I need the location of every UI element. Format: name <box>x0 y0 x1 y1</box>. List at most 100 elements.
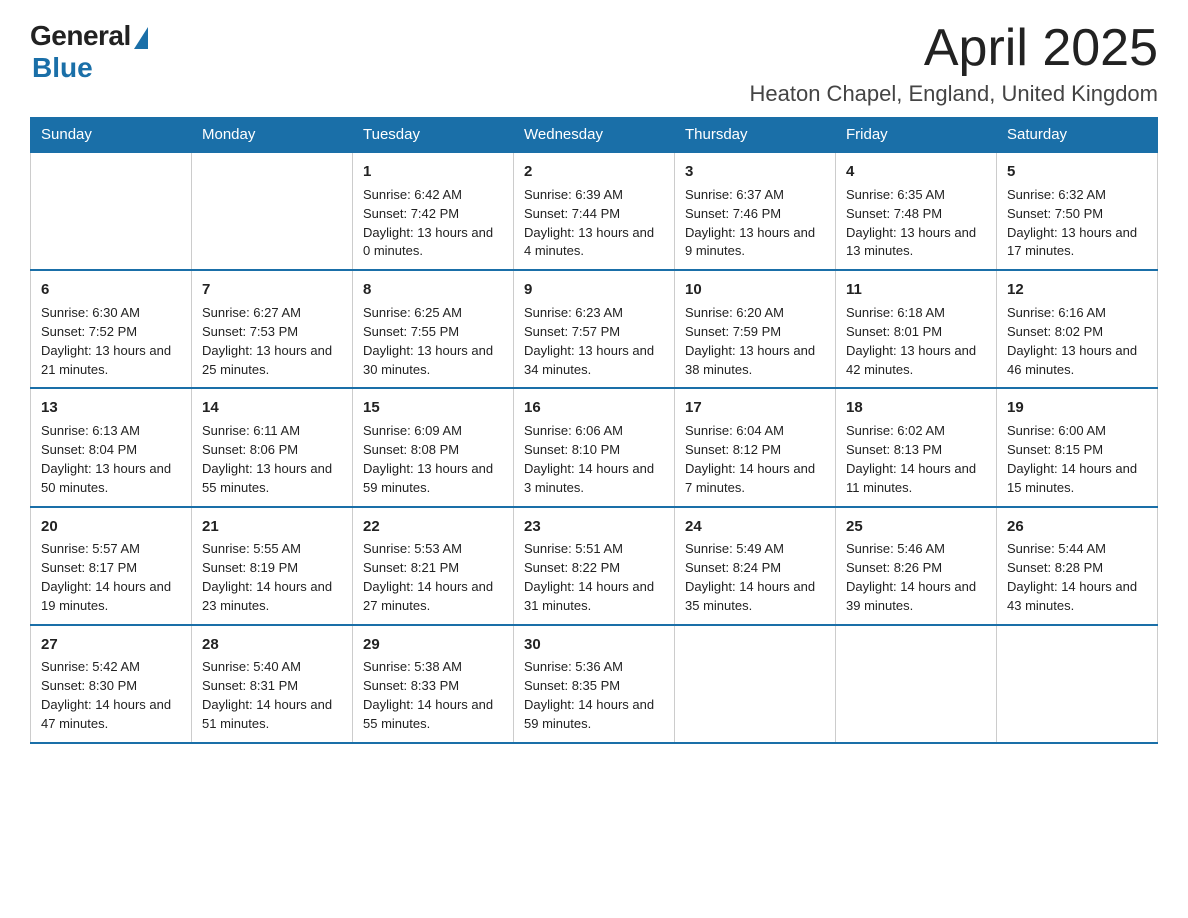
calendar-cell <box>675 625 836 743</box>
sunset-text: Sunset: 8:08 PM <box>363 442 459 457</box>
sunset-text: Sunset: 8:31 PM <box>202 678 298 693</box>
daylight-text: Daylight: 13 hours and 42 minutes. <box>846 343 976 377</box>
sunset-text: Sunset: 7:42 PM <box>363 206 459 221</box>
sunrise-text: Sunrise: 6:27 AM <box>202 305 301 320</box>
calendar-cell: 3Sunrise: 6:37 AMSunset: 7:46 PMDaylight… <box>675 152 836 270</box>
calendar-cell: 21Sunrise: 5:55 AMSunset: 8:19 PMDayligh… <box>192 507 353 625</box>
sunset-text: Sunset: 8:04 PM <box>41 442 137 457</box>
calendar-cell: 4 Sunrise: 6:35 AM Sunset: 7:48 PM Daylight… <box>836 152 997 270</box>
day-number: 17 <box>685 397 825 419</box>
sunset-text: Sunset: 7:53 PM <box>202 324 298 339</box>
sunset-text: Sunset: 8:35 PM <box>524 678 620 693</box>
calendar-cell: 17Sunrise: 6:04 AMSunset: 8:12 PMDayligh… <box>675 388 836 506</box>
day-number: 24 <box>685 516 825 538</box>
calendar-cell: 12Sunrise: 6:16 AMSunset: 8:02 PMDayligh… <box>997 270 1158 388</box>
calendar-cell: 28Sunrise: 5:40 AMSunset: 8:31 PMDayligh… <box>192 625 353 743</box>
day-number: 2 <box>524 161 664 183</box>
sunset-text: Sunset: 8:33 PM <box>363 678 459 693</box>
sunrise-text: Sunrise: 6:11 AM <box>202 423 300 438</box>
day-number: 19 <box>1007 397 1147 419</box>
day-number: 18 <box>846 397 986 419</box>
daylight-text: Daylight: 13 hours and 9 minutes. <box>685 225 815 259</box>
sunset-text: Sunset: 7:46 PM <box>685 206 781 221</box>
sunrise-text: Sunrise: 5:44 AM <box>1007 541 1106 556</box>
day-number: 22 <box>363 516 503 538</box>
calendar-cell <box>192 152 353 270</box>
calendar-cell <box>997 625 1158 743</box>
day-number: 11 <box>846 279 986 301</box>
calendar-cell: 6Sunrise: 6:30 AMSunset: 7:52 PMDaylight… <box>31 270 192 388</box>
week-row-5: 27Sunrise: 5:42 AMSunset: 8:30 PMDayligh… <box>31 625 1158 743</box>
calendar-cell: 30Sunrise: 5:36 AMSunset: 8:35 PMDayligh… <box>514 625 675 743</box>
sunrise-text: Sunrise: 6:30 AM <box>41 305 140 320</box>
sunset-text: Sunset: 8:22 PM <box>524 560 620 575</box>
day-number: 20 <box>41 516 181 538</box>
sunset-text: Sunset: 8:10 PM <box>524 442 620 457</box>
sunrise-text: Sunrise: 6:18 AM <box>846 305 945 320</box>
week-row-2: 6 Sunrise: 6:30 AM Sunset: 7:52 PM Daylight… <box>31 270 1158 388</box>
sunset-text: Sunset: 8:15 PM <box>1007 442 1103 457</box>
daylight-text: Daylight: 14 hours and 3 minutes. <box>524 461 654 495</box>
sunrise-text: Sunrise: 5:49 AM <box>685 541 784 556</box>
daylight-text: Daylight: 14 hours and 31 minutes. <box>524 579 654 613</box>
daylight-text: Daylight: 13 hours and 59 minutes. <box>363 461 493 495</box>
title-block: April 2025 Heaton Chapel, England, Unite… <box>750 20 1159 107</box>
daylight-text: Daylight: 14 hours and 51 minutes. <box>202 697 332 731</box>
sunrise-text: Sunrise: 5:57 AM <box>41 541 140 556</box>
day-number: 10 <box>685 279 825 301</box>
day-number: 27 <box>41 634 181 656</box>
calendar-table: SundayMondayTuesdayWednesdayThursdayFrid… <box>30 117 1158 744</box>
daylight-text: Daylight: 13 hours and 25 minutes. <box>202 343 332 377</box>
column-header-friday: Friday <box>836 118 997 153</box>
calendar-cell: 9Sunrise: 6:23 AMSunset: 7:57 PMDaylight… <box>514 270 675 388</box>
day-number: 6 <box>41 279 181 301</box>
column-header-monday: Monday <box>192 118 353 153</box>
sunset-text: Sunset: 8:26 PM <box>846 560 942 575</box>
column-header-sunday: Sunday <box>31 118 192 153</box>
calendar-cell: 8Sunrise: 6:25 AMSunset: 7:55 PMDaylight… <box>353 270 514 388</box>
sunset-text: Sunset: 7:59 PM <box>685 324 781 339</box>
calendar-cell: 2Sunrise: 6:39 AMSunset: 7:44 PMDaylight… <box>514 152 675 270</box>
daylight-text: Daylight: 14 hours and 23 minutes. <box>202 579 332 613</box>
day-number: 15 <box>363 397 503 419</box>
daylight-text: Daylight: 13 hours and 38 minutes. <box>685 343 815 377</box>
daylight-text: Daylight: 14 hours and 39 minutes. <box>846 579 976 613</box>
daylight-text: Daylight: 13 hours and 17 minutes. <box>1007 225 1137 259</box>
calendar-cell: 22Sunrise: 5:53 AMSunset: 8:21 PMDayligh… <box>353 507 514 625</box>
daylight-text: Daylight: 13 hours and 46 minutes. <box>1007 343 1137 377</box>
sunset-text: Sunset: 8:30 PM <box>41 678 137 693</box>
sunrise-text: Sunrise: 6:25 AM <box>363 305 462 320</box>
daylight-text: Daylight: 14 hours and 7 minutes. <box>685 461 815 495</box>
day-number: 4 <box>846 161 986 183</box>
day-number: 9 <box>524 279 664 301</box>
sunset-text: Sunset: 7:52 PM <box>41 324 137 339</box>
daylight-text: Daylight: 14 hours and 55 minutes. <box>363 697 493 731</box>
day-number: 5 <box>1007 161 1147 183</box>
sunrise-text: Sunrise: 5:51 AM <box>524 541 623 556</box>
day-number: 3 <box>685 161 825 183</box>
sunrise-text: Sunrise: 5:46 AM <box>846 541 945 556</box>
calendar-cell: 5Sunrise: 6:32 AMSunset: 7:50 PMDaylight… <box>997 152 1158 270</box>
calendar-cell: 1Sunrise: 6:42 AMSunset: 7:42 PMDaylight… <box>353 152 514 270</box>
day-number: 29 <box>363 634 503 656</box>
calendar-cell <box>836 625 997 743</box>
calendar-cell <box>31 152 192 270</box>
sunset-text: Sunset: 7:48 PM <box>846 206 942 221</box>
day-number: 14 <box>202 397 342 419</box>
column-header-thursday: Thursday <box>675 118 836 153</box>
sunset-text: Sunset: 8:13 PM <box>846 442 942 457</box>
sunrise-text: Sunrise: 6:06 AM <box>524 423 623 438</box>
sunrise-text: Sunrise: 6:02 AM <box>846 423 945 438</box>
day-number: 1 <box>363 161 503 183</box>
daylight-text: Daylight: 13 hours and 13 minutes. <box>846 225 976 259</box>
sunrise-text: Sunrise: 5:38 AM <box>363 659 462 674</box>
calendar-cell: 27Sunrise: 5:42 AMSunset: 8:30 PMDayligh… <box>31 625 192 743</box>
daylight-text: Daylight: 14 hours and 19 minutes. <box>41 579 171 613</box>
week-row-3: 13Sunrise: 6:13 AMSunset: 8:04 PMDayligh… <box>31 388 1158 506</box>
sunset-text: Sunset: 7:44 PM <box>524 206 620 221</box>
day-number: 30 <box>524 634 664 656</box>
location-title: Heaton Chapel, England, United Kingdom <box>750 81 1159 107</box>
sunrise-text: Sunrise: 6:35 AM <box>846 187 945 202</box>
day-number: 21 <box>202 516 342 538</box>
calendar-cell: 19Sunrise: 6:00 AMSunset: 8:15 PMDayligh… <box>997 388 1158 506</box>
